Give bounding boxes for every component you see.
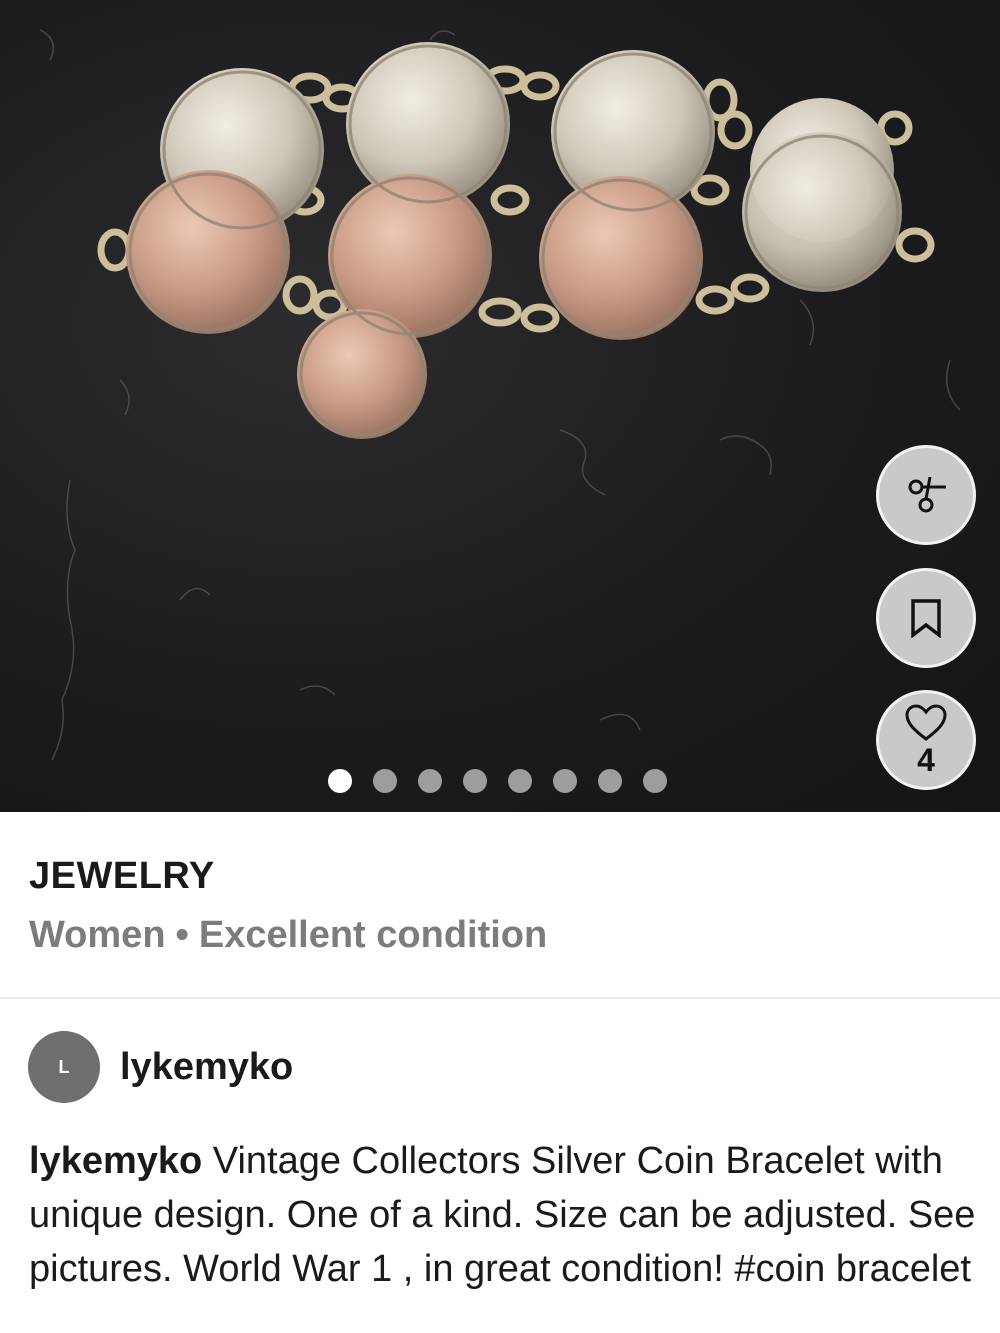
- gallery-dot[interactable]: [328, 769, 352, 793]
- gallery-dot[interactable]: [598, 769, 622, 793]
- gallery-dot[interactable]: [463, 769, 487, 793]
- seller-username[interactable]: lykemyko: [120, 1046, 293, 1089]
- avatar[interactable]: L: [28, 1031, 100, 1103]
- listing-gender[interactable]: Women: [29, 914, 166, 957]
- scissors-icon: [908, 476, 946, 513]
- like-count: 4: [917, 742, 935, 778]
- listing-meta: Women • Excellent condition: [29, 914, 547, 957]
- listing-condition: Excellent condition: [198, 914, 548, 956]
- gallery-dot[interactable]: [418, 769, 442, 793]
- bracelet-image: [39, 29, 961, 761]
- bookmark-icon: [911, 599, 941, 638]
- gallery-dot[interactable]: [643, 769, 667, 793]
- description-username[interactable]: lykemyko: [29, 1140, 202, 1182]
- gallery-dot[interactable]: [553, 769, 577, 793]
- product-photo[interactable]: 4: [0, 0, 1000, 812]
- gallery-pagination: [328, 769, 667, 793]
- save-button[interactable]: [876, 568, 976, 668]
- gallery-dot[interactable]: [508, 769, 532, 793]
- share-button[interactable]: [876, 445, 976, 545]
- like-button[interactable]: 4: [876, 690, 976, 790]
- section-divider: [0, 997, 1000, 999]
- listing-description: lykemyko Vintage Collectors Silver Coin …: [29, 1134, 979, 1296]
- meta-separator: •: [175, 914, 189, 956]
- seller-row[interactable]: L lykemyko: [28, 1031, 293, 1103]
- listing-category[interactable]: JEWELRY: [29, 855, 215, 898]
- gallery-dot[interactable]: [373, 769, 397, 793]
- heart-icon: [905, 704, 947, 741]
